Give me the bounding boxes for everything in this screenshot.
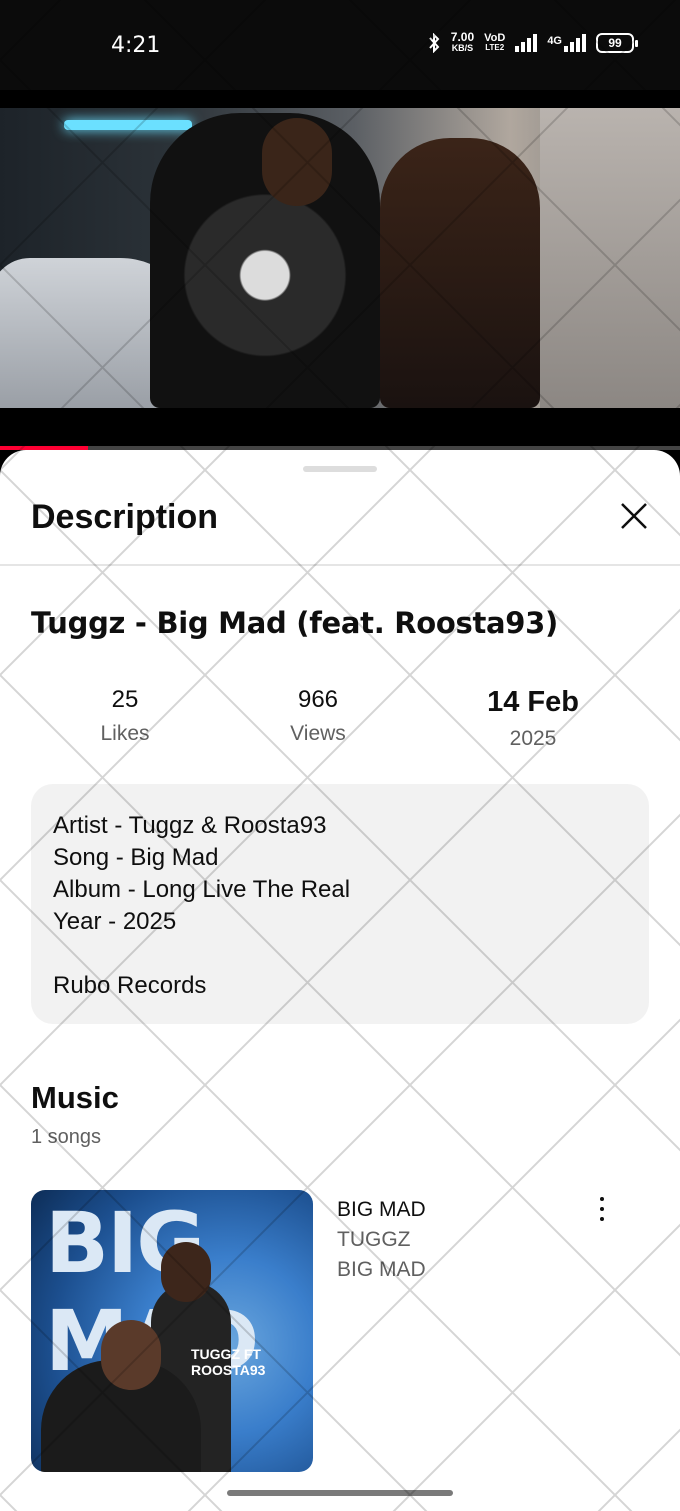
description-line: Year - 2025	[53, 908, 177, 935]
song-artist: TUGGZ	[337, 1228, 411, 1251]
volte-label: VoD LTE2	[484, 33, 505, 53]
song-name[interactable]: BIG MAD	[337, 1198, 426, 1222]
music-heading: Music	[31, 1080, 119, 1115]
views-stat: 966 Views	[233, 686, 403, 746]
date-stat: 14 Feb 2025	[448, 686, 618, 751]
net-speed-value: 7.00	[450, 30, 475, 44]
album-art-figure-head	[101, 1320, 161, 1390]
description-line: Rubo Records	[53, 972, 207, 999]
video-frame-wall	[540, 108, 680, 408]
description-box: Artist - Tuggz & Roosta93 Song - Big Mad…	[31, 784, 649, 1024]
views-count: 966	[297, 686, 339, 713]
video-player[interactable]	[0, 108, 680, 408]
song-album: BIG MAD	[337, 1258, 426, 1281]
video-frame-person-right	[380, 138, 540, 408]
video-frame-head	[262, 118, 332, 206]
status-icons: 7.00 KB/S VoD LTE2 4G 99	[427, 30, 638, 54]
description-line: Album - Long Live The Real	[53, 876, 351, 903]
description-text: Artist - Tuggz & Roosta93 Song - Big Mad…	[53, 810, 350, 1002]
signal-icon	[515, 34, 538, 52]
date-day: 14 Feb	[487, 686, 579, 718]
gesture-nav-bar[interactable]	[227, 1490, 453, 1496]
divider	[0, 564, 680, 566]
signal-4g: 4G	[547, 34, 586, 52]
status-time: 4:21	[111, 33, 161, 58]
likes-stat: 25 Likes	[40, 686, 210, 746]
description-line: Song - Big Mad	[53, 844, 219, 871]
album-art-subtitle: TUGGZ FT ROOSTA93	[191, 1346, 266, 1378]
signal-4g-icon	[564, 34, 586, 52]
battery-level: 99	[608, 36, 622, 50]
drag-handle[interactable]	[303, 466, 377, 472]
description-sheet: Description Tuggz - Big Mad (feat. Roost…	[0, 450, 680, 1511]
video-title: Tuggz - Big Mad (feat. Roosta93)	[31, 606, 559, 640]
battery-icon: 99	[596, 33, 638, 53]
volte-top: VoD	[484, 32, 506, 44]
description-line: Artist - Tuggz & Roosta93	[53, 812, 327, 839]
net-speed: 7.00 KB/S	[450, 30, 475, 54]
views-label: Views	[290, 722, 346, 745]
album-art-figure-head	[161, 1242, 211, 1302]
close-icon[interactable]	[614, 496, 654, 536]
likes-count: 25	[111, 686, 139, 713]
status-bar: 4:21 7.00 KB/S VoD LTE2 4G 99	[0, 0, 680, 90]
bluetooth-icon	[429, 33, 440, 53]
video-frame-light	[64, 120, 192, 130]
more-vert-icon[interactable]	[592, 1194, 612, 1224]
likes-label: Likes	[100, 722, 150, 745]
album-art[interactable]: BIG MAD TUGGZ FT ROOSTA93	[31, 1190, 313, 1472]
music-count: 1 songs	[31, 1126, 102, 1148]
volte-bottom: LTE2	[485, 43, 505, 52]
net-speed-unit: KB/S	[451, 43, 474, 53]
date-year: 2025	[509, 727, 557, 750]
network-type: 4G	[547, 35, 562, 47]
sheet-title: Description	[31, 498, 219, 536]
